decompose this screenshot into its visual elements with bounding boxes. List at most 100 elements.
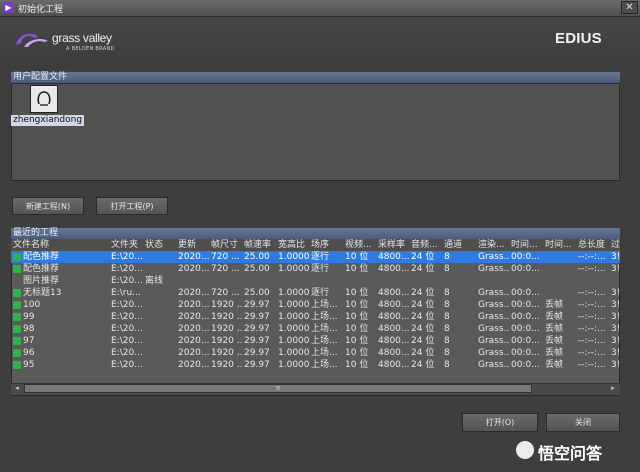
column-header[interactable]: 时间... (545, 239, 577, 251)
table-row[interactable]: 无标题13 E:\ru... 2020... 720 ... 25.00 1.0000 逐行… (11, 287, 620, 299)
table-cell-frame-size: 720 ... (211, 252, 240, 262)
table-cell-updated: 2020... (178, 252, 210, 262)
table-cell-channels: 8 (444, 360, 450, 370)
open-project-button[interactable]: 打开工程(P) (96, 197, 168, 215)
column-header[interactable]: 时间... (511, 239, 544, 251)
table-cell-status (145, 323, 177, 335)
table-cell-time1: 00:0... (511, 312, 540, 322)
table-row[interactable]: 96 E:\20... 2020... 1920 ... 29.97 1.0000 上场..… (11, 347, 620, 359)
column-header[interactable]: 过 (611, 239, 620, 251)
table-row[interactable]: 97 E:\20... 2020... 1920 ... 29.97 1.0000 上场..… (11, 335, 620, 347)
table-cell-field: 逐行 (311, 252, 330, 262)
table-row[interactable]: 配色推荐 E:\20... 2020... 720 ... 25.00 1.0000 逐行 1… (11, 263, 620, 275)
column-header[interactable]: 场序 (311, 239, 344, 251)
column-header[interactable]: 帧尺寸 (211, 239, 243, 251)
table-row[interactable]: 98 E:\20... 2020... 1920 ... 29.97 1.0000 上场..… (11, 323, 620, 335)
table-cell-folder: E:\20... (111, 336, 143, 346)
table-cell-fps: 25.00 (244, 288, 270, 298)
table-row[interactable]: 95 E:\20... 2020... 1920 ... 29.97 1.0000 上场..… (11, 359, 620, 371)
column-header[interactable]: 通道 (444, 239, 477, 251)
scroll-left-arrow-icon[interactable]: ◂ (12, 384, 22, 393)
table-cell-audio: 24 位 (411, 336, 435, 346)
table-cell-aspect: 1.0000 (278, 264, 310, 274)
recent-section-header: 最近的工程 (11, 228, 620, 239)
table-cell-sample: 4800... (378, 264, 410, 274)
table-cell-audio: 24 位 (411, 324, 435, 334)
table-cell-aspect: 1.0000 (278, 288, 310, 298)
table-row[interactable]: 100 E:\20... 2020... 1920 ... 29.97 1.0000 上场.… (11, 299, 620, 311)
table-cell-frame-size (211, 275, 243, 287)
close-button[interactable]: 关闭 (546, 413, 620, 432)
table-cell-status (145, 299, 177, 311)
new-project-button[interactable]: 新建工程(N) (12, 197, 84, 215)
table-cell-name: 98 (23, 324, 35, 334)
table-cell-render: Grass... (478, 312, 510, 322)
table-cell-video: 10 位 (345, 264, 369, 274)
project-file-icon (13, 253, 21, 261)
column-header[interactable]: 文件夹 (111, 239, 143, 251)
table-cell-fps: 29.97 (244, 312, 270, 322)
table-cell-fps: 25.00 (244, 264, 270, 274)
table-cell-sample: 4800... (378, 348, 410, 358)
table-cell-frame-size: 720 ... (211, 264, 240, 274)
table-cell-video: 10 位 (345, 252, 369, 262)
table-row[interactable]: 图片推荐 E:\20... 离线 (11, 275, 620, 287)
table-cell-render: Grass... (478, 300, 510, 310)
table-cell-frame-size: 1920 ... (211, 360, 243, 370)
open-button[interactable]: 打开(O) (462, 413, 538, 432)
column-header[interactable]: 总长度 (578, 239, 610, 251)
user-avatar-icon (37, 91, 51, 106)
table-cell-field: 上场... (311, 336, 338, 346)
table-cell-sample: 4800... (378, 252, 410, 262)
table-cell-field: 上场... (311, 348, 338, 358)
table-cell-time1 (511, 275, 544, 287)
close-window-button[interactable]: ✕ (621, 1, 638, 14)
column-header[interactable]: 帧速率 (244, 239, 277, 251)
table-row[interactable]: 配色推荐 E:\20... 2020... 720 ... 25.00 1.0000 逐行 1… (11, 251, 620, 263)
column-header[interactable]: 状态 (145, 239, 177, 251)
table-cell-audio: 24 位 (411, 288, 435, 298)
profile-avatar[interactable] (30, 85, 58, 113)
column-header[interactable]: 采样率 (378, 239, 410, 251)
table-cell-duration: --:--:... (578, 324, 606, 334)
table-cell-frame-size: 1920 ... (211, 324, 243, 334)
column-header[interactable]: 视频... (345, 239, 377, 251)
table-cell-channels: 8 (444, 264, 450, 274)
table-cell-audio: 24 位 (411, 312, 435, 322)
table-cell-audio: 24 位 (411, 348, 435, 358)
table-cell-frame-size: 1920 ... (211, 336, 243, 346)
profile-name-label[interactable]: zhengxiandong (11, 115, 85, 126)
table-cell-render: Grass... (478, 252, 510, 262)
table-cell-field (311, 275, 344, 287)
scroll-thumb[interactable]: ≡ (24, 384, 532, 393)
table-cell-extra: 3! (611, 336, 620, 346)
table-cell-video: 10 位 (345, 300, 369, 310)
table-cell-render: Grass... (478, 324, 510, 334)
table-cell-video: 10 位 (345, 348, 369, 358)
table-cell-sample: 4800... (378, 312, 410, 322)
table-cell-folder: E:\20... (111, 264, 143, 274)
table-cell-field: 逐行 (311, 288, 330, 298)
table-cell-audio (411, 275, 443, 287)
column-header[interactable]: 宽高比 (278, 239, 310, 251)
brand-subtitle: A BELDEN BRAND (66, 46, 115, 52)
table-cell-field: 上场... (311, 312, 338, 322)
table-cell-frame-size: 1920 ... (211, 348, 243, 358)
table-cell-field: 上场... (311, 360, 338, 370)
table-cell-channels: 8 (444, 348, 450, 358)
table-cell-extra: 3! (611, 300, 620, 310)
column-header[interactable]: 渲染... (478, 239, 510, 251)
column-header[interactable]: 音频... (411, 239, 443, 251)
table-cell-duration: --:--:... (578, 348, 606, 358)
table-cell-time1: 00:0... (511, 336, 540, 346)
table-cell-render: Grass... (478, 288, 510, 298)
scroll-right-arrow-icon[interactable]: ▸ (608, 384, 618, 393)
table-cell-folder: E:\20... (111, 348, 143, 358)
column-header[interactable]: 更新 (178, 239, 210, 251)
table-cell-video: 10 位 (345, 288, 369, 298)
table-cell-sample: 4800... (378, 336, 410, 346)
table-row[interactable]: 99 E:\20... 2020... 1920 ... 29.97 1.0000 上场..… (11, 311, 620, 323)
column-header[interactable]: 文件名称 (13, 239, 109, 251)
title-bar (0, 0, 640, 17)
project-file-icon (13, 301, 21, 309)
